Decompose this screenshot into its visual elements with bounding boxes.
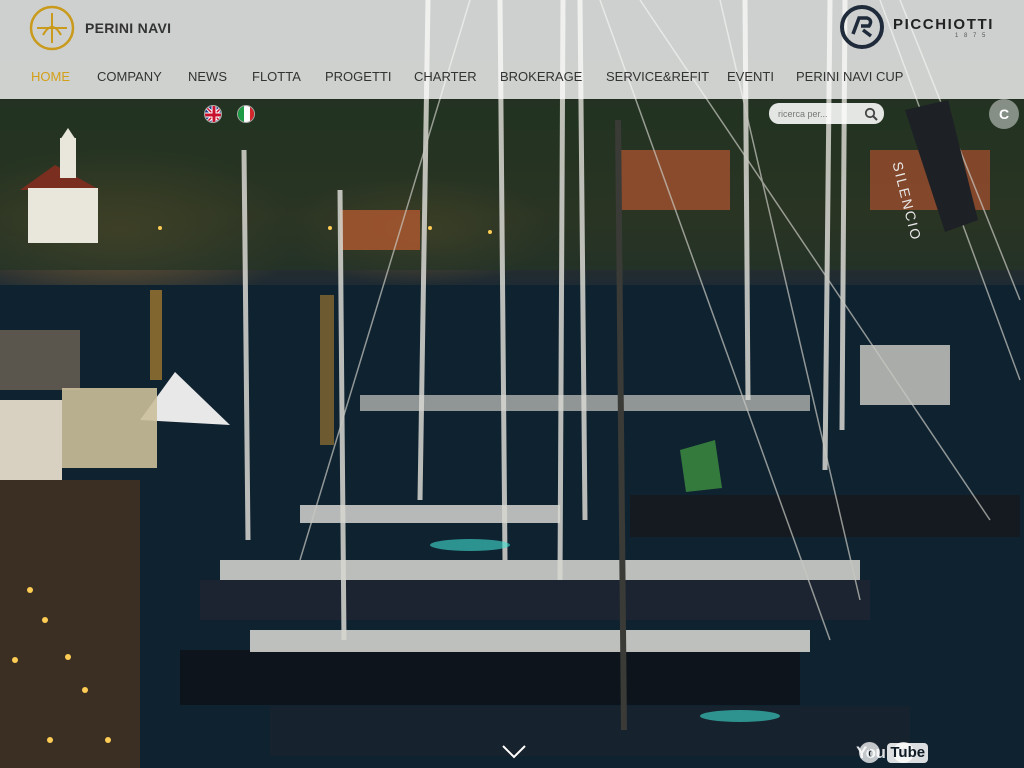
uk-flag-icon[interactable] (204, 105, 222, 123)
nav-item-service-refit[interactable]: SERVICE&REFIT (606, 69, 727, 87)
chevron-down-icon[interactable] (501, 744, 527, 760)
perini-navi-emblem-icon (29, 5, 75, 51)
search-box (769, 103, 884, 124)
nav-item-perini-navi-cup[interactable]: PERINI NAVI CUP (796, 69, 903, 87)
picchiotti-logo[interactable]: PICCHIOTTI 1 8 7 5 (839, 4, 994, 50)
main-nav: HOME COMPANY NEWS FLOTTA PROGETTI CHARTE… (31, 69, 903, 87)
nav-item-eventi[interactable]: EVENTI (727, 69, 796, 87)
youtube-you-text: You (856, 743, 886, 762)
nav-item-news[interactable]: NEWS (188, 69, 252, 87)
perini-navi-logo[interactable]: PERINI NAVI (29, 5, 171, 51)
nav-item-progetti[interactable]: PROGETTI (325, 69, 414, 87)
italy-flag-icon[interactable] (237, 105, 255, 123)
nav-item-flotta[interactable]: FLOTTA (252, 69, 325, 87)
search-input[interactable] (778, 108, 862, 119)
picchiotti-brand-sub: 1 8 7 5 (955, 32, 988, 39)
nav-item-charter[interactable]: CHARTER (414, 69, 500, 87)
youtube-tube-text: Tube (887, 743, 929, 763)
picchiotti-brand: PICCHIOTTI (893, 15, 994, 33)
nav-item-home[interactable]: HOME (31, 69, 97, 87)
site-header: PERINI NAVI PICCHIOTTI 1 8 7 5 HOME COMP… (0, 0, 1024, 99)
youtube-icon[interactable]: You Tube (856, 742, 929, 764)
search-icon[interactable] (864, 107, 878, 121)
nav-item-company[interactable]: COMPANY (97, 69, 188, 87)
nav-item-brokerage[interactable]: BROKERAGE (500, 69, 606, 87)
picchiotti-emblem-icon (840, 5, 884, 49)
corner-c-button[interactable]: C (989, 99, 1019, 129)
perini-navi-brand: PERINI NAVI (85, 20, 172, 36)
